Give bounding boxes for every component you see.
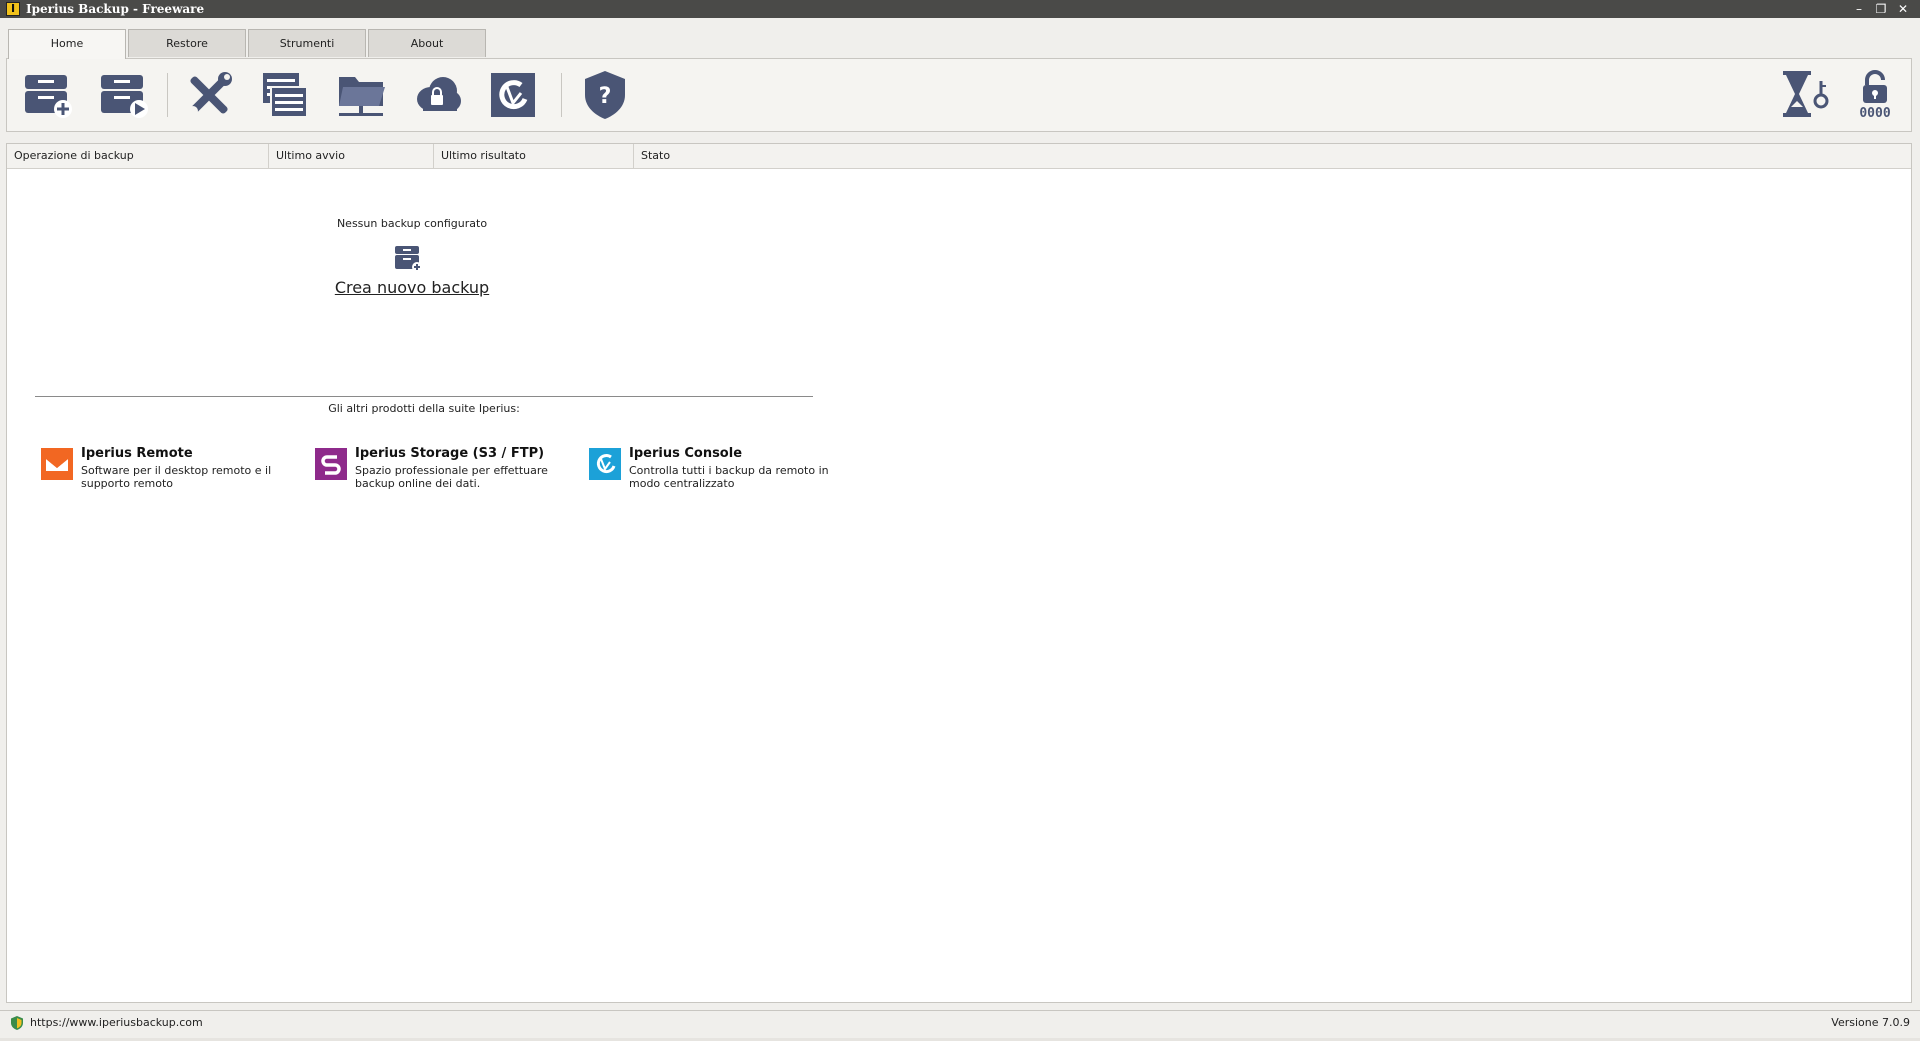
- new-backup-small-icon: [395, 246, 422, 272]
- product-name: Iperius Storage (S3 / FTP): [355, 446, 545, 461]
- list-header: Operazione di backup Ultimo avvio Ultimo…: [7, 144, 1911, 169]
- tab-restore[interactable]: Restore: [128, 29, 246, 57]
- create-backup-link[interactable]: Crea nuovo backup: [287, 278, 537, 297]
- product-description: Controlla tutti i backup da remoto in mo…: [629, 464, 829, 490]
- empty-state-text: Nessun backup configurato: [336, 217, 488, 230]
- version-label: Versione 7.0.9: [1831, 1016, 1910, 1029]
- toolbar: ? 0000: [6, 58, 1912, 132]
- iperius-storage-icon: [315, 448, 347, 480]
- toolbar-separator: [167, 73, 168, 117]
- help-button[interactable]: ?: [577, 67, 633, 123]
- new-backup-small-button[interactable]: [392, 242, 424, 274]
- column-header-status[interactable]: Stato: [634, 144, 834, 168]
- suite-divider: [35, 396, 813, 397]
- product-name: Iperius Console: [629, 446, 743, 461]
- network-folder-button[interactable]: [333, 67, 389, 123]
- backup-list-panel: Operazione di backup Ultimo avvio Ultimo…: [6, 143, 1912, 1003]
- tab-home[interactable]: Home: [8, 29, 126, 59]
- iperius-console-icon: [491, 73, 535, 117]
- minimize-button[interactable]: –: [1850, 1, 1868, 17]
- log-list-icon: [263, 73, 308, 118]
- svg-text:?: ?: [599, 84, 612, 109]
- scheduler-button[interactable]: [1777, 67, 1833, 123]
- status-bar: https://www.iperiusbackup.com Versione 7…: [0, 1010, 1920, 1035]
- tab-about[interactable]: About: [368, 29, 486, 57]
- scheduler-key-icon: [1783, 71, 1829, 117]
- suite-label: Gli altri prodotti della suite Iperius:: [328, 402, 520, 415]
- product-iperius-remote[interactable]: Iperius Remote Software per il desktop r…: [41, 446, 301, 496]
- iperius-console-product-icon: [589, 448, 621, 480]
- column-header-last-start[interactable]: Ultimo avvio: [269, 144, 434, 168]
- tools-button[interactable]: [181, 67, 237, 123]
- tools-icon: [188, 72, 232, 116]
- lock-pin-caption: 0000: [1859, 106, 1890, 121]
- tab-strumenti[interactable]: Strumenti: [248, 29, 366, 57]
- ribbon-tabs: Home Restore Strumenti About: [8, 29, 608, 59]
- website-link[interactable]: https://www.iperiusbackup.com: [30, 1016, 203, 1029]
- product-description: Spazio professionale per effettuare back…: [355, 464, 548, 490]
- product-description: Software per il desktop remoto e il supp…: [81, 464, 272, 490]
- column-header-last-result[interactable]: Ultimo risultato: [434, 144, 634, 168]
- product-iperius-storage[interactable]: Iperius Storage (S3 / FTP) Spazio profes…: [315, 446, 575, 496]
- network-folder-icon: [339, 77, 385, 116]
- lock-pin-button[interactable]: 0000: [1847, 67, 1903, 123]
- app-logo-icon: I: [6, 2, 20, 16]
- product-iperius-console[interactable]: Iperius Console Controlla tutti i backup…: [589, 446, 849, 496]
- new-backup-icon: [25, 75, 72, 118]
- log-list-button[interactable]: [257, 67, 313, 123]
- title-bar: I Iperius Backup - Freeware – ❐ ✕: [0, 0, 1920, 18]
- cloud-lock-icon: [417, 77, 461, 111]
- column-header-operation[interactable]: Operazione di backup: [7, 144, 269, 168]
- product-name: Iperius Remote: [81, 446, 193, 461]
- help-shield-icon: ?: [585, 71, 625, 119]
- cloud-backup-button[interactable]: [409, 67, 465, 123]
- lock-pin-icon: 0000: [1859, 70, 1891, 121]
- maximize-button[interactable]: ❐: [1872, 1, 1890, 17]
- close-button[interactable]: ✕: [1894, 1, 1912, 17]
- shield-check-icon: [11, 1016, 23, 1030]
- toolbar-separator: [561, 73, 562, 117]
- new-backup-button[interactable]: [19, 67, 75, 123]
- iperius-remote-icon: [41, 448, 73, 480]
- window-title: Iperius Backup - Freeware: [26, 2, 205, 16]
- run-backup-button[interactable]: [95, 67, 151, 123]
- run-backup-icon: [101, 75, 148, 118]
- iperius-console-button[interactable]: [485, 67, 541, 123]
